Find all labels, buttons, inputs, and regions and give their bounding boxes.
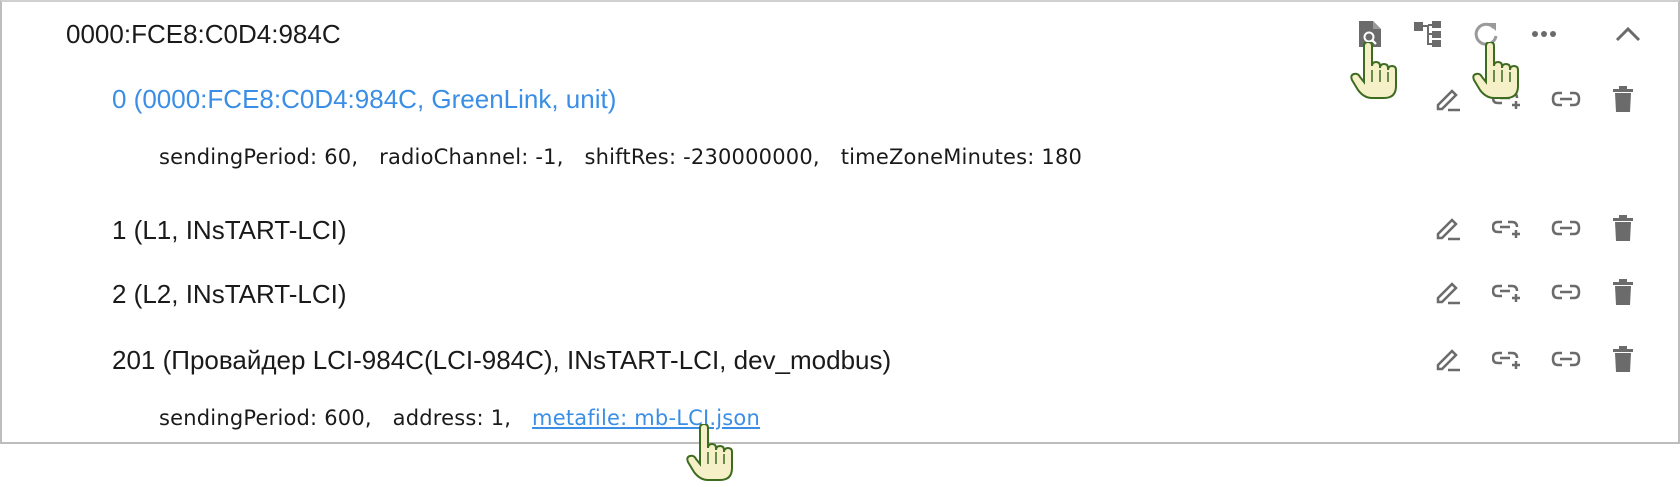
device-id-title[interactable]: 0000:FCE8:C0D4:984C: [66, 19, 341, 50]
param: shiftRes: -230000000,: [584, 145, 820, 169]
add-link-icon[interactable]: [1489, 81, 1525, 117]
param: address: 1,: [392, 406, 512, 430]
link-icon[interactable]: [1548, 210, 1584, 246]
edit-icon[interactable]: [1430, 210, 1466, 246]
trash-icon[interactable]: [1605, 210, 1641, 246]
edit-icon[interactable]: [1430, 81, 1466, 117]
edit-icon[interactable]: [1430, 341, 1466, 377]
param: timeZoneMinutes: 180: [840, 145, 1083, 169]
param: sendingPeriod: 60,: [159, 145, 359, 169]
chevron-up-icon[interactable]: [1610, 16, 1646, 52]
more-horizontal-icon[interactable]: [1526, 16, 1562, 52]
add-link-icon[interactable]: [1489, 210, 1525, 246]
unit-title-1[interactable]: 1 (L1, INsTART-LCI): [112, 215, 347, 246]
unit-params-201: sendingPeriod: 600, address: 1, metafile…: [159, 406, 760, 430]
device-card: 0000:FCE8:C0D4:984C 0 (0000:FCE8:C0D4:98…: [0, 0, 1680, 444]
add-link-icon[interactable]: [1489, 341, 1525, 377]
link-icon[interactable]: [1548, 274, 1584, 310]
unit-title-2[interactable]: 2 (L2, INsTART-LCI): [112, 279, 347, 310]
tree-structure-icon[interactable]: [1410, 16, 1446, 52]
unit-title-0[interactable]: 0 (0000:FCE8:C0D4:984C, GreenLink, unit): [112, 84, 616, 115]
file-search-icon[interactable]: [1352, 16, 1388, 52]
trash-icon[interactable]: [1605, 81, 1641, 117]
param: sendingPeriod: 600,: [159, 406, 372, 430]
link-icon[interactable]: [1548, 341, 1584, 377]
add-link-icon[interactable]: [1489, 274, 1525, 310]
metafile-link[interactable]: metafile: mb-LCI.json: [532, 406, 760, 430]
unit-title-201[interactable]: 201 (Провайдер LCI-984C(LCI-984C), INsTA…: [112, 345, 891, 376]
link-icon[interactable]: [1548, 81, 1584, 117]
trash-icon[interactable]: [1605, 274, 1641, 310]
unit-params-0: sendingPeriod: 60, radioChannel: -1, shi…: [159, 145, 1096, 169]
trash-icon[interactable]: [1605, 341, 1641, 377]
refresh-icon[interactable]: [1468, 16, 1504, 52]
edit-icon[interactable]: [1430, 274, 1466, 310]
param: radioChannel: -1,: [379, 145, 564, 169]
